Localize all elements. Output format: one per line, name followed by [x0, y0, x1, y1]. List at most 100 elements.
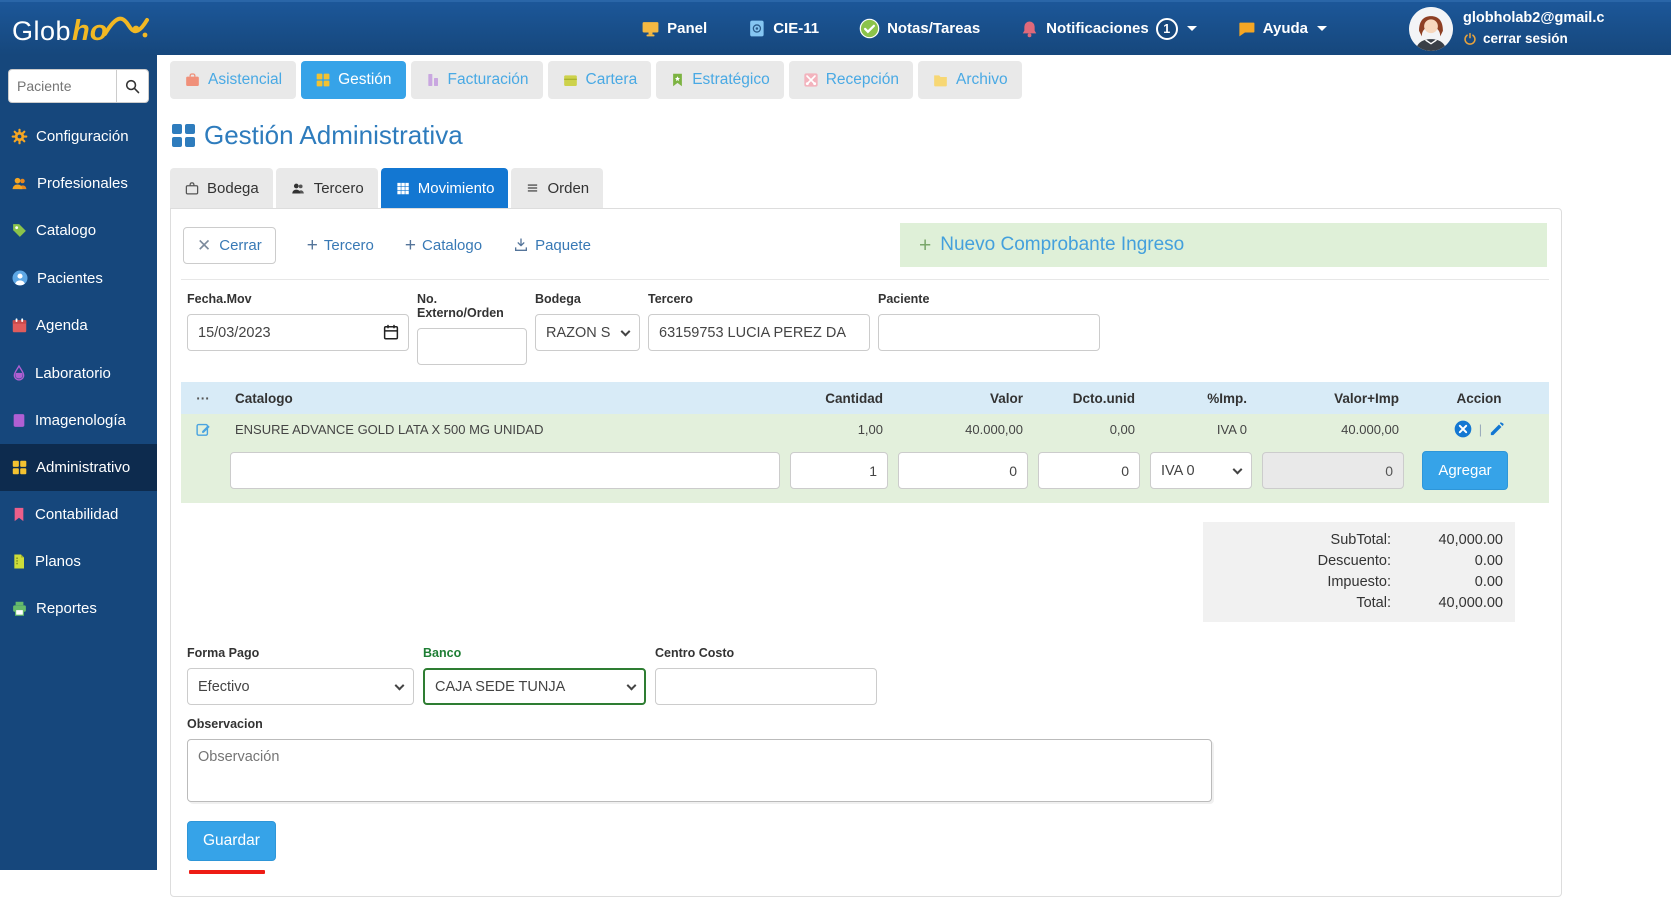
- tab-recepcion[interactable]: Recepción: [788, 61, 913, 99]
- nav-notificaciones-label: Notificaciones: [1046, 20, 1149, 37]
- nav-cie11[interactable]: CIE-11: [747, 19, 819, 38]
- centro-costo-input[interactable]: [655, 668, 877, 705]
- subtab-label: Orden: [547, 179, 590, 197]
- add-catalogo-button[interactable]: + Catalogo: [405, 236, 482, 255]
- col-valor: Valor: [989, 390, 1023, 406]
- bodega-select[interactable]: RAZON S: [535, 314, 640, 351]
- patient-icon: [12, 270, 28, 286]
- externo-field: No. Externo/Orden: [417, 292, 527, 365]
- new-valor-input[interactable]: [898, 452, 1028, 489]
- banco-field: Banco CAJA SEDE TUNJA: [423, 646, 646, 705]
- logo-swoosh-icon: [103, 16, 150, 37]
- tab-facturacion[interactable]: Facturación: [410, 61, 543, 99]
- guardar-button[interactable]: Guardar: [187, 821, 276, 861]
- tab-gestion[interactable]: Gestión: [301, 61, 406, 99]
- sidebar-item-agenda[interactable]: Agenda: [0, 302, 157, 349]
- nav-notas-tareas[interactable]: Notas/Tareas: [859, 18, 980, 39]
- calendar-icon: [12, 318, 27, 333]
- fecha-input[interactable]: [187, 314, 409, 351]
- tab-asistencial[interactable]: Asistencial: [170, 61, 297, 99]
- tab-estrategico[interactable]: Estratégico: [656, 61, 784, 99]
- main-content: Asistencial Gestión Facturación Cartera …: [157, 55, 1671, 897]
- new-catalogo-input[interactable]: [230, 452, 780, 489]
- forma-pago-select[interactable]: Efectivo: [187, 668, 414, 705]
- paciente-input[interactable]: [878, 314, 1100, 351]
- cerrar-button[interactable]: ✕ Cerrar: [183, 226, 276, 264]
- avatar[interactable]: [1409, 6, 1453, 51]
- tercero-input[interactable]: [648, 314, 870, 351]
- notifications-badge: 1: [1155, 17, 1178, 40]
- menu-dots-icon[interactable]: ···: [181, 391, 225, 406]
- impuesto-row: Impuesto: 0.00: [1215, 572, 1503, 593]
- new-cantidad-input[interactable]: [790, 452, 888, 489]
- sidebar-item-configuracion[interactable]: Configuración: [0, 113, 157, 160]
- subtab-orden[interactable]: Orden: [511, 168, 604, 208]
- bodega-label: Bodega: [535, 292, 581, 306]
- search-button[interactable]: [116, 69, 149, 103]
- delete-x-circle-icon[interactable]: [1453, 419, 1473, 439]
- tab-cartera[interactable]: Cartera: [547, 61, 652, 99]
- paquete-button[interactable]: Paquete: [513, 237, 591, 254]
- observacion-textarea[interactable]: [187, 739, 1212, 802]
- sidebar-item-reportes[interactable]: Reportes: [0, 585, 157, 632]
- agregar-button[interactable]: Agregar: [1422, 451, 1508, 490]
- logout-link[interactable]: cerrar sesión: [1463, 29, 1604, 49]
- table-input-row: IVA 0 Agregar: [181, 444, 1549, 503]
- bodega-field: Bodega RAZON S: [535, 292, 640, 365]
- search-input[interactable]: [8, 69, 116, 103]
- movement-form: Fecha.Mov No. Externo/Orden Bodega RAZON…: [181, 280, 1549, 369]
- total-label: Total:: [1356, 595, 1391, 611]
- nav-ayuda[interactable]: Ayuda: [1237, 19, 1327, 38]
- new-imp-select[interactable]: IVA 0: [1150, 452, 1252, 489]
- tab-archivo[interactable]: Archivo: [917, 61, 1022, 99]
- bell-icon: [1022, 20, 1037, 37]
- tab-label: Estratégico: [692, 71, 770, 88]
- sidebar-item-planos[interactable]: Planos: [0, 538, 157, 585]
- subtab-movimiento[interactable]: Movimiento: [380, 168, 509, 208]
- nav-notificaciones[interactable]: Notificaciones 1: [1020, 17, 1197, 40]
- sidebar-item-contabilidad[interactable]: Contabilidad: [0, 491, 157, 538]
- tab-label: Asistencial: [208, 71, 283, 88]
- col-imp: %Imp.: [1207, 390, 1247, 406]
- paciente-field: Paciente: [878, 292, 1100, 365]
- cie-book-icon: [750, 20, 764, 37]
- cell-dcto: 0,00: [1109, 421, 1135, 437]
- sidebar-item-profesionales[interactable]: Profesionales: [0, 160, 157, 207]
- add-tercero-button[interactable]: + Tercero: [307, 236, 374, 255]
- sidebar-item-label: Contabilidad: [35, 506, 119, 523]
- nav-notas-label: Notas/Tareas: [887, 20, 981, 37]
- new-dcto-input[interactable]: [1038, 452, 1140, 489]
- sidebar-item-imagenologia[interactable]: Imagenología: [0, 397, 157, 444]
- top-navbar: Glob ho Panel CIE-11 Notas/Tareas Notific…: [0, 0, 1671, 55]
- sidebar-item-administrativo[interactable]: Administrativo: [0, 444, 157, 491]
- file-icon: [14, 554, 24, 569]
- power-icon: [1464, 33, 1476, 46]
- sidebar-item-label: Laboratorio: [35, 364, 111, 382]
- externo-input[interactable]: [417, 328, 527, 365]
- subtab-label: Tercero: [313, 179, 364, 197]
- col-cantidad: Cantidad: [825, 390, 883, 406]
- banco-select[interactable]: CAJA SEDE TUNJA: [423, 668, 646, 705]
- guardar-red-underline: [189, 870, 265, 874]
- fecha-input-wrap: [187, 314, 409, 351]
- subtab-tercero[interactable]: Tercero: [275, 168, 378, 208]
- nuevo-comprobante-banner[interactable]: + Nuevo Comprobante Ingreso: [900, 223, 1547, 267]
- col-valor-imp: Valor+Imp: [1334, 390, 1399, 406]
- sidebar-item-label: Configuración: [36, 128, 129, 145]
- nav-panel[interactable]: Panel: [641, 19, 707, 38]
- sidebar-item-pacientes[interactable]: Pacientes: [0, 254, 157, 302]
- briefcase-icon: [563, 75, 577, 86]
- row-edit-cell[interactable]: [181, 421, 225, 438]
- sidebar-item-laboratorio[interactable]: Laboratorio: [0, 349, 157, 397]
- fecha-label: Fecha.Mov: [187, 292, 252, 306]
- sidebar-item-catalogo[interactable]: Catalogo: [0, 207, 157, 254]
- sidebar-item-label: Imagenología: [35, 412, 126, 429]
- page-title-text: Gestión Administrativa: [204, 120, 463, 150]
- edit-pencil-icon[interactable]: [1488, 421, 1505, 438]
- subtab-bodega[interactable]: Bodega: [170, 168, 273, 208]
- forma-pago-select-wrap: Efectivo: [187, 668, 414, 705]
- tab-label: Recepción: [825, 71, 899, 88]
- fecha-field: Fecha.Mov: [187, 292, 409, 365]
- user-email: globholab2@gmail.c: [1463, 9, 1605, 26]
- total-row: Total: 40,000.00: [1215, 593, 1503, 614]
